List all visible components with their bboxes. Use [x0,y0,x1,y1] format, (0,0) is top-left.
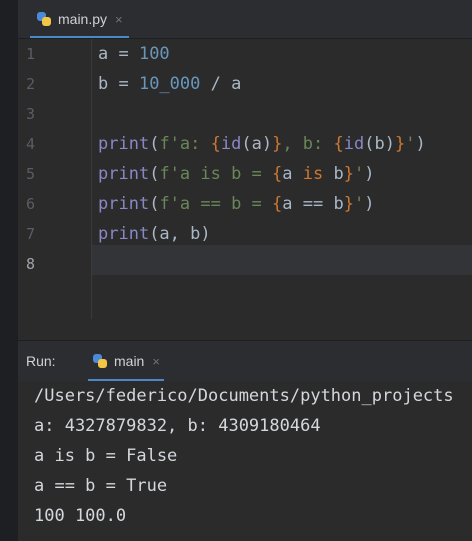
code-token: (a, b) [149,224,211,244]
code-token: ) [415,134,426,154]
code-token: { [333,134,344,154]
line-number: 4 [26,135,36,153]
code-token: } [343,194,354,214]
line-number: 3 [26,105,36,123]
close-icon[interactable]: × [115,12,123,27]
code-token: f'a is b = [159,164,273,184]
code-line: print(f'a is b = {a is b}') [98,159,374,189]
console-line: a: 4327879832, b: 4309180464 [34,416,321,436]
code-token: ( [149,194,160,214]
code-editor[interactable]: 12345678 a = 100 b = 10_000 / a print(f'a:… [18,39,472,319]
tab-label: main.py [58,11,108,27]
close-icon[interactable]: × [152,354,160,369]
console-line: a == b = True [34,476,168,496]
code-token: } [272,134,283,154]
code-token: ' [353,194,365,214]
line-number: 7 [26,225,36,243]
code-token: { [272,164,283,184]
python-run-icon [92,353,108,369]
line-number: 1 [26,45,36,63]
line-number: 2 [26,75,36,93]
active-tab-indicator [30,36,129,38]
left-tool-strip [0,0,18,541]
code-token: ' [405,134,416,154]
code-token: ) [364,194,375,214]
code-line: a = 100 [98,39,170,69]
code-token: { [272,194,283,214]
python-file-icon [36,11,52,27]
console-line: a is b = False [34,446,178,466]
code-token: print [98,194,150,214]
code-token: is [302,164,324,184]
run-panel-header: Run: main × [18,340,472,381]
code-token: ( [149,134,160,154]
code-token: a [282,164,303,184]
code-token: b [323,164,344,184]
code-token: 10_000 [138,74,201,94]
code-token: ) [364,164,375,184]
code-line: print(f'a: {id(a)}, b: {id(b)}') [98,129,426,159]
code-token: (a) [241,134,273,154]
code-token: f'a == b = [159,194,273,214]
code-line: print(f'a == b = {a == b}') [98,189,374,219]
code-token: { [210,134,221,154]
code-token: b = [98,74,139,94]
console-line: /Users/federico/Documents/python_project… [34,386,454,406]
line-number-gutter: 1 2 3 4 5 6 7 8 [18,39,92,319]
code-token: , b: [282,134,334,154]
code-token: print [98,134,150,154]
code-token: print [98,224,150,244]
code-token: 100 [138,44,170,64]
line-number: 8 [26,255,36,273]
code-token: print [98,164,150,184]
code-token: } [343,164,354,184]
code-token: id [343,134,365,154]
run-config-name: main [114,353,145,369]
console-line: 100 100.0 [34,506,127,526]
code-token: / a [200,74,242,94]
code-token: id [220,134,242,154]
code-token: ( [149,164,160,184]
code-token: } [394,134,406,154]
code-token: a == b [282,194,344,214]
code-line: b = 10_000 / a [98,69,241,99]
tab-main-py[interactable]: main.py × [30,6,129,38]
run-label: Run: [26,353,56,369]
run-tab-main[interactable]: main × [88,349,164,381]
code-token: f'a: [159,134,211,154]
editor-tab-bar: main.py × [18,0,472,39]
code-token: ' [353,164,365,184]
line-number: 5 [26,165,36,183]
line-number: 6 [26,195,36,213]
code-token: (b) [364,134,395,154]
code-line: print(a, b) [98,219,211,249]
code-token: a = [98,44,139,64]
run-console-output[interactable]: /Users/federico/Documents/python_project… [18,381,472,541]
